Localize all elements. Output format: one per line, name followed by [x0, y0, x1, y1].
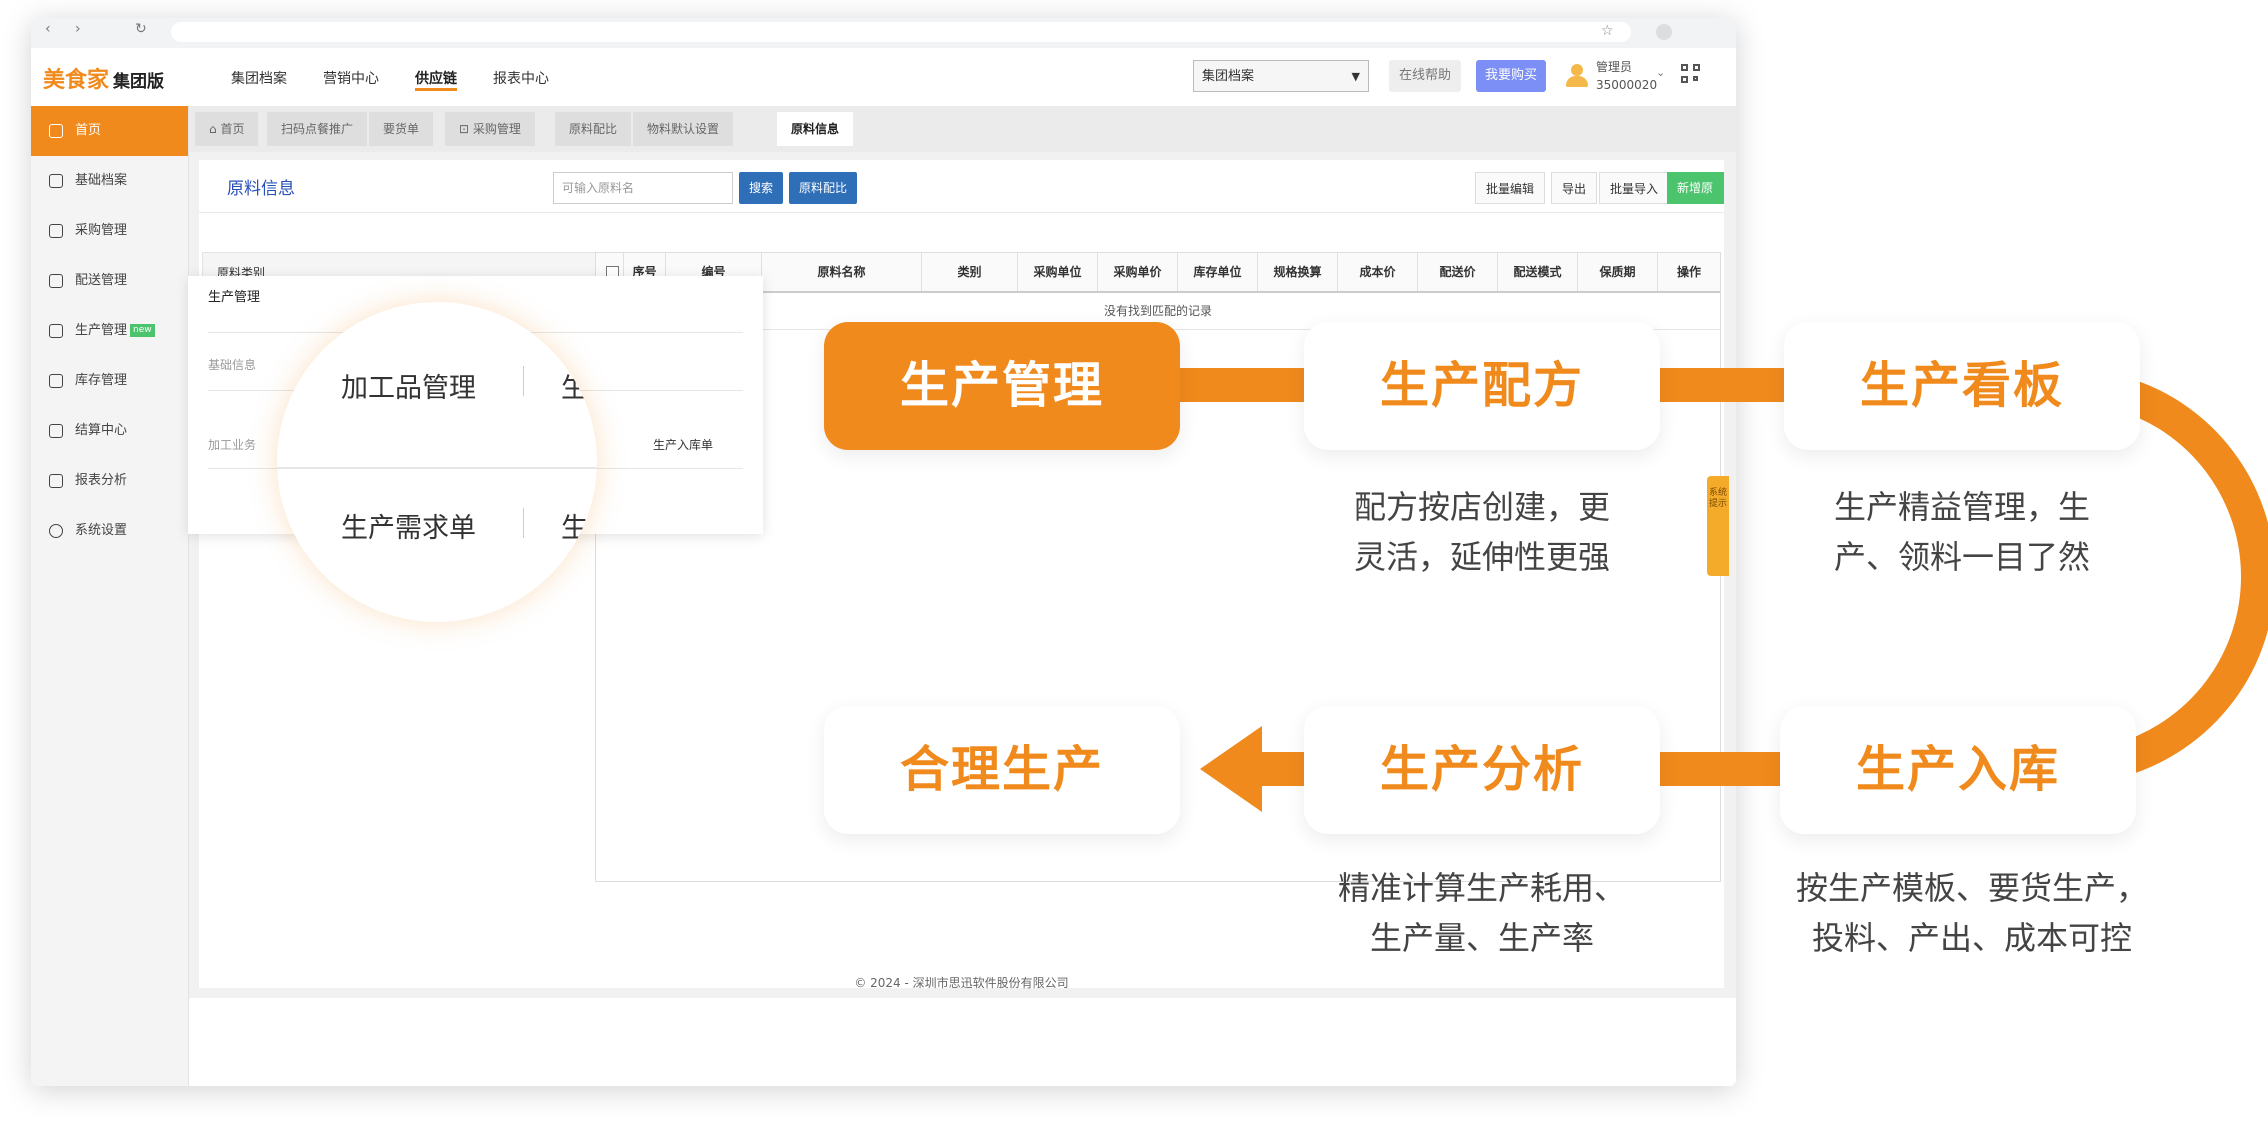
flow-step-rational: 合理生产 [824, 706, 1180, 834]
analysis-description: 精准计算生产耗用、 生产量、生产率 [1337, 869, 1626, 957]
flow-step-stock-in: 生产入库 [1780, 706, 2136, 834]
arrow-left-icon [1200, 726, 1262, 812]
flow-step-production-management: 生产管理 [824, 322, 1180, 450]
stock-in-description: 按生产模板、要货生产， 投料、产出、成本可控 [1795, 869, 2148, 957]
recipe-description: 配方按店创建，更 灵活，延伸性更强 [1353, 488, 1610, 576]
flow-step-board: 生产看板 [1784, 322, 2140, 450]
board-description: 生产精益管理，生 产、领料一目了然 [1833, 488, 2090, 576]
flow-step-recipe: 生产配方 [1304, 322, 1660, 450]
flow-step-analysis: 生产分析 [1304, 706, 1660, 834]
